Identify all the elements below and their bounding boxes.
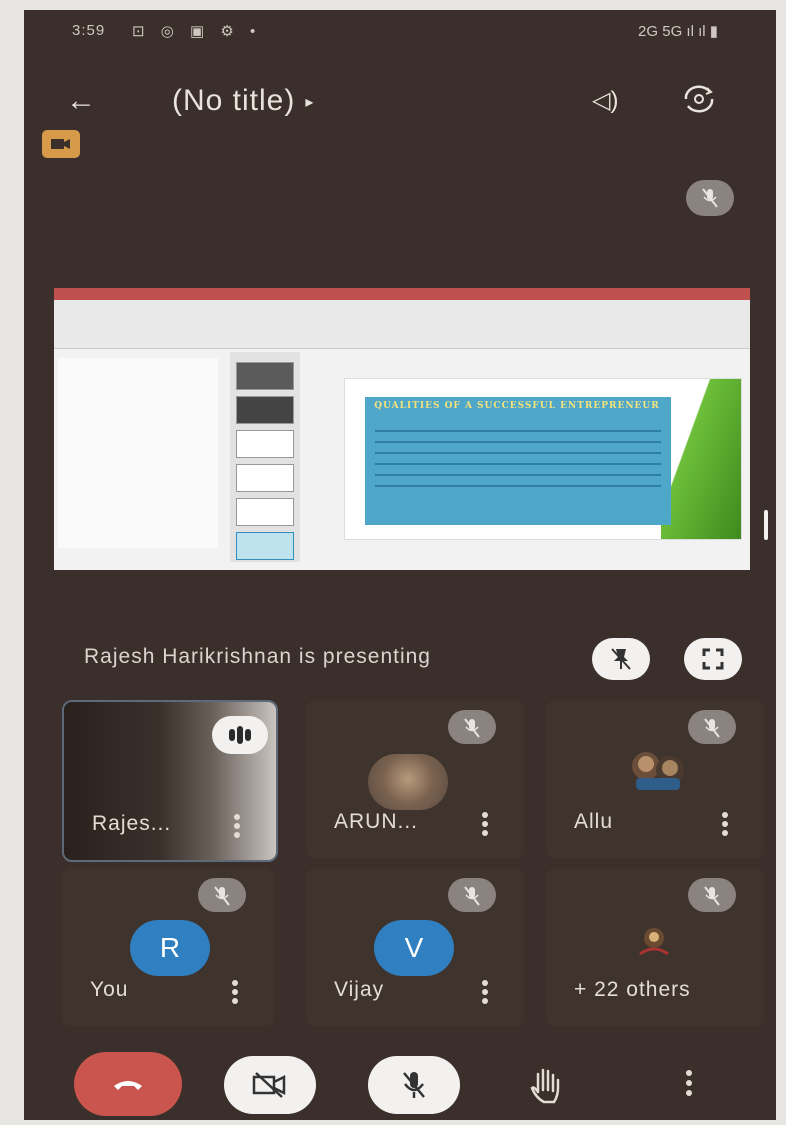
mic-off-icon [403,1072,425,1098]
mic-muted-icon [448,878,496,912]
camera-off-icon [252,1072,286,1098]
slide-heading: QUALITIES OF A SUCCESSFUL ENTREPRENEUR [374,401,660,411]
slide-thumbnail [236,498,294,526]
participant-avatar [368,754,448,810]
phone-hangup-icon [114,1081,142,1090]
participant-avatar: R [130,920,210,976]
participant-name: You [90,978,129,1001]
call-controls [24,1042,776,1120]
title-caret-icon: ▸ [305,94,315,112]
participant-tile[interactable]: V Vijay [306,868,524,1026]
fullscreen-button[interactable] [684,638,742,680]
participant-name: ARUN... [334,810,419,833]
pane-title [58,358,218,366]
speaking-indicator-icon [212,716,268,754]
unpin-button[interactable] [592,638,650,680]
mic-muted-icon [688,710,736,744]
meet-call-screen: 3:59 ⊡ ◎ ▣ ⚙ • 2G 5G ıl ıl ▮ ← (No title… [24,10,776,1120]
mic-muted-icon [448,710,496,744]
participant-name: Vijay [334,978,385,1001]
speaker-icon[interactable]: ◁) [592,86,618,115]
powerpoint-ribbon [54,288,750,349]
participant-tile[interactable]: R You [62,868,274,1026]
more-options-icon[interactable] [482,980,488,1006]
switch-camera-icon[interactable] [680,82,718,116]
scroll-indicator [764,510,768,540]
participant-name: Rajes... [92,812,172,835]
slide-thumbnail [236,396,294,424]
meeting-title-text: (No title) [172,84,296,117]
shared-screen[interactable]: QUALITIES OF A SUCCESSFUL ENTREPRENEUR [54,288,750,570]
status-time: 3:59 [72,22,106,39]
camera-off-badge-icon [42,130,80,158]
slide-content-box: QUALITIES OF A SUCCESSFUL ENTREPRENEUR [365,397,671,525]
presenter-mic-muted-icon [686,180,734,216]
slide-thumbnail [236,362,294,390]
mic-toggle-button[interactable] [368,1056,460,1114]
participant-avatar [639,928,669,956]
participant-avatar [632,752,684,790]
slide-thumbnail [236,430,294,458]
mic-muted-icon [198,878,246,912]
camera-toggle-button[interactable] [224,1056,316,1114]
participant-name: Allu [574,810,614,833]
presenting-label: Rajesh Harikrishnan is presenting [84,645,431,668]
call-header: ← (No title) ▸ ◁) [24,70,776,130]
status-icons: ⊡ ◎ ▣ ⚙ • [132,23,262,40]
mic-muted-icon [688,878,736,912]
more-options-icon[interactable] [686,1070,694,1100]
participant-tile[interactable]: Allu [546,700,764,858]
slide-thumbnails [230,352,300,562]
more-options-icon[interactable] [234,814,240,840]
slide-bullet-lines [375,421,661,496]
slide-thumbnail-selected [236,532,294,560]
pin-off-icon [611,648,631,670]
raise-hand-icon[interactable] [520,1062,574,1108]
slide-green-accent [661,379,741,539]
participant-tile[interactable]: Rajes... [62,700,278,862]
participant-avatar: V [374,920,454,976]
participant-tile[interactable]: ARUN... [306,700,524,858]
more-options-icon[interactable] [232,980,238,1006]
participant-name: + 22 others [574,978,691,1001]
more-options-icon[interactable] [722,812,728,838]
back-arrow-icon[interactable]: ← [66,84,96,118]
more-options-icon[interactable] [482,812,488,838]
signal-battery-indicators: 2G 5G ıl ıl ▮ [638,23,718,40]
participant-tile[interactable]: + 22 others [546,868,764,1026]
meeting-title[interactable]: (No title) ▸ [172,84,314,118]
end-call-button[interactable] [74,1052,182,1116]
status-bar: 3:59 ⊡ ◎ ▣ ⚙ • 2G 5G ıl ıl ▮ [24,10,776,50]
document-recovery-pane [58,358,218,548]
fullscreen-icon [702,648,724,670]
slide-canvas: QUALITIES OF A SUCCESSFUL ENTREPRENEUR [344,378,742,540]
slide-thumbnail [236,464,294,492]
